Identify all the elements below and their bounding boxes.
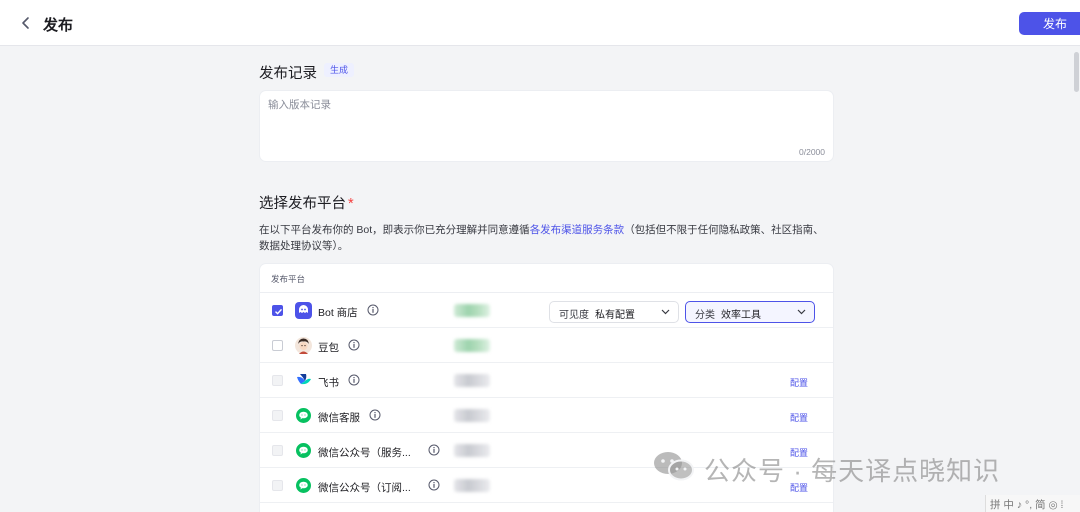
ime-toolbar[interactable]: 拼 中 ♪ °, 简 ◎ ⁞ (985, 495, 1080, 512)
platform-name: Bot 商店 (318, 307, 358, 319)
wechat-icon (296, 443, 311, 458)
check-icon (275, 308, 283, 315)
platform-name: 微信公众号（订阅... (318, 482, 411, 494)
info-icon[interactable] (428, 444, 440, 456)
wechat-icon (296, 408, 311, 423)
category-label: 分类 (695, 310, 715, 321)
platform-checkbox-doubao[interactable] (272, 340, 283, 351)
platforms-title: 选择发布平台 * (259, 192, 354, 213)
config-link-wechat-service[interactable]: 配置 (790, 411, 808, 424)
config-link-feishu[interactable]: 配置 (790, 376, 808, 389)
release-notes-title: 发布记录 (259, 66, 317, 82)
table-row: 飞书 配置 (260, 363, 833, 398)
feishu-icon (297, 374, 311, 385)
status-blurred (454, 409, 490, 422)
page-title: 发布 (43, 17, 74, 34)
description-text: 在以下平台发布你的 Bot，即表示你已充分理解并同意遵循 (259, 224, 530, 236)
platforms-description: 在以下平台发布你的 Bot，即表示你已充分理解并同意遵循各发布渠道服务条款（包括… (259, 222, 834, 254)
status-blurred (454, 304, 490, 317)
platform-checkbox-bot-store[interactable] (272, 305, 283, 316)
visibility-label: 可见度 (559, 310, 589, 321)
visibility-value: 私有配置 (595, 310, 635, 321)
back-arrow-icon[interactable] (18, 15, 34, 31)
platform-name: 微信客服 (318, 412, 360, 424)
status-blurred (454, 339, 490, 352)
doubao-avatar-icon (295, 337, 312, 354)
info-icon[interactable] (369, 409, 381, 421)
category-select[interactable]: 分类 效率工具 (685, 301, 815, 323)
required-mark: * (348, 196, 354, 212)
table-row: 微信客服 配置 (260, 398, 833, 433)
table-row: Bot 商店 可见度 私有配置 分类 效率工具 (260, 293, 833, 328)
table-row: 豆包 (260, 328, 833, 363)
chevron-down-icon (797, 309, 806, 315)
publish-button[interactable]: 发布 (1019, 12, 1080, 35)
watermark: 公众号 · 每天译点晓知识 (652, 449, 1052, 486)
platforms-title-text: 选择发布平台 (259, 196, 346, 212)
info-icon[interactable] (348, 339, 360, 351)
wechat-icon (296, 478, 311, 493)
char-counter: 0/2000 (799, 147, 825, 157)
visibility-select[interactable]: 可见度 私有配置 (549, 301, 679, 323)
category-value: 效率工具 (721, 310, 761, 321)
status-blurred (454, 444, 490, 457)
generate-button[interactable]: 生成 (324, 63, 355, 77)
info-icon[interactable] (428, 479, 440, 491)
platform-checkbox-feishu[interactable] (272, 375, 283, 386)
top-bar: 发布 发布 (0, 0, 1080, 46)
chevron-down-icon (661, 309, 670, 315)
release-notes-input[interactable] (268, 97, 824, 145)
platform-checkbox-wechat-service[interactable] (272, 410, 283, 421)
scrollbar-thumb[interactable] (1074, 52, 1079, 92)
watermark-text: 公众号 · 每天译点晓知识 (704, 456, 1001, 486)
wechat-watermark-icon (654, 452, 694, 481)
info-icon[interactable] (348, 374, 360, 386)
status-blurred (454, 374, 490, 387)
scrollbar-track[interactable] (1073, 46, 1080, 512)
platform-checkbox-wechat-oa-service[interactable] (272, 445, 283, 456)
terms-link[interactable]: 各发布渠道服务条款 (530, 224, 625, 236)
ime-toolbar-text: 拼 中 ♪ °, 简 ◎ ⁞ (990, 499, 1064, 511)
table-header: 发布平台 (260, 264, 833, 293)
bot-store-icon (295, 302, 312, 319)
status-blurred (454, 479, 490, 492)
platform-checkbox-wechat-oa-subscription[interactable] (272, 480, 283, 491)
column-header-platform: 发布平台 (271, 274, 306, 284)
platform-name: 微信公众号（服务... (318, 447, 411, 459)
platform-name: 豆包 (318, 342, 339, 354)
release-notes-box: 0/2000 (259, 90, 834, 162)
info-icon[interactable] (367, 304, 379, 316)
platform-name: 飞书 (318, 377, 339, 389)
